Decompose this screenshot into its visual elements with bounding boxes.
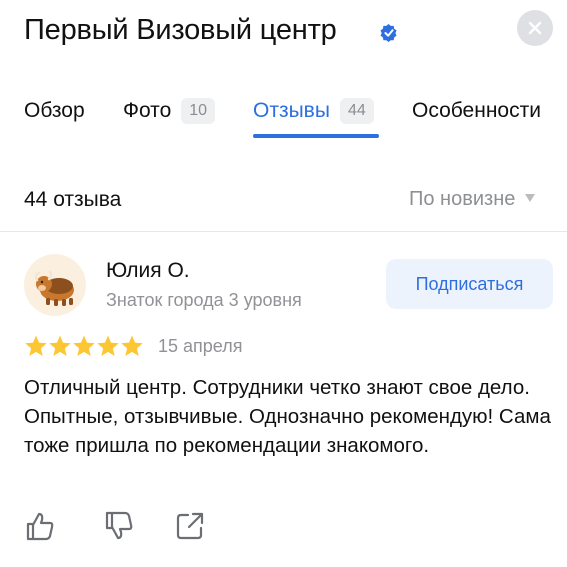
tab-label: Обзор [24, 99, 85, 122]
tab-count-badge: 44 [339, 98, 374, 124]
close-button[interactable] [517, 10, 553, 46]
share-button[interactable] [174, 510, 206, 542]
review-text: Отличный центр. Сотрудники четко знают с… [24, 376, 551, 457]
chevron-down-icon [525, 193, 536, 202]
tab-overview[interactable]: Обзор [24, 96, 85, 126]
review-date: 15 апреля [158, 336, 243, 356]
rating-stars [24, 335, 144, 357]
like-icon [26, 512, 54, 541]
share-icon [176, 512, 204, 540]
star-icon [73, 335, 95, 356]
tab-label: Фото [123, 99, 172, 122]
star-icon [49, 335, 71, 356]
dislike-button[interactable] [103, 510, 135, 542]
tab-label: Отзывы [253, 99, 330, 122]
reviews-count: 44 отзыва [24, 188, 122, 211]
divider [0, 231, 567, 232]
subscribe-button[interactable]: Подписаться [386, 259, 553, 309]
tab-count-badge: 10 [181, 98, 216, 124]
star-icon [25, 335, 47, 356]
tab-label: Особенности [412, 99, 541, 122]
tab-bar: Обзор Фото 10 Отзывы 44 Особенности [0, 96, 567, 144]
author-level: Знаток города 3 уровня [106, 290, 302, 310]
tab-reviews[interactable]: Отзывы 44 [253, 96, 374, 126]
tab-photos[interactable]: Фото 10 [123, 96, 216, 126]
star-icon [121, 335, 143, 356]
sort-label: По новизне [409, 188, 516, 210]
yak-avatar-icon [34, 270, 74, 306]
page-title: Первый Визовый центр [24, 14, 337, 46]
sort-dropdown[interactable]: По новизне [409, 188, 536, 211]
header: Первый Визовый центр [24, 10, 567, 54]
verified-check-icon [380, 24, 397, 42]
tab-features[interactable]: Особенности [412, 96, 541, 126]
review-author[interactable]: Юлия О. [106, 259, 190, 283]
star-icon [97, 335, 119, 356]
active-tab-indicator [253, 134, 379, 138]
avatar[interactable] [24, 254, 86, 316]
reviews-header: 44 отзыва По новизне [0, 180, 567, 220]
dislike-icon [105, 511, 133, 540]
like-button[interactable] [24, 510, 56, 542]
close-icon [528, 21, 542, 35]
